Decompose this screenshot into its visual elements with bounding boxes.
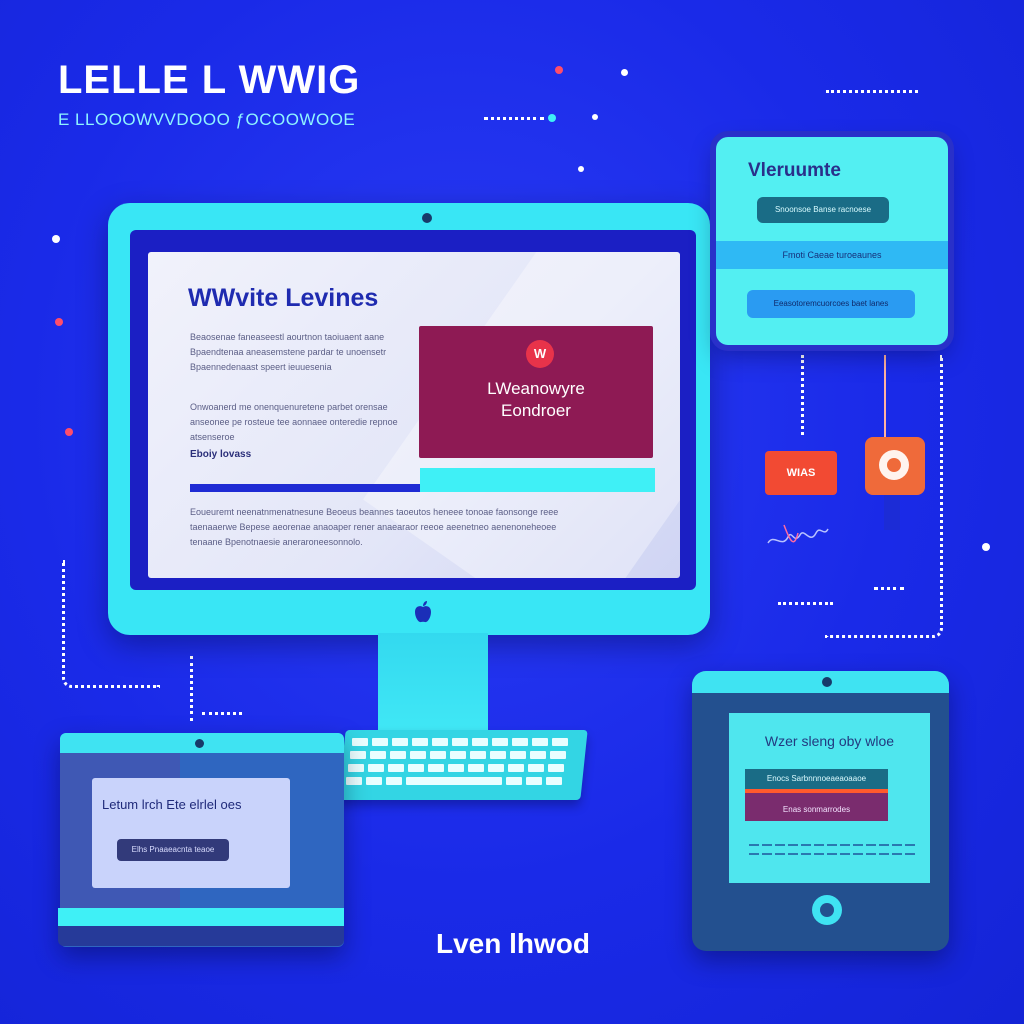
heart-badge-icon: W: [526, 340, 554, 368]
tablet-text-lines: [749, 844, 917, 864]
keyboard-key: [346, 777, 362, 785]
screen-divider: [190, 484, 420, 492]
keyboard-key: [510, 751, 526, 759]
keyboard-key: [472, 738, 488, 746]
tablet-top-bar: [692, 671, 949, 693]
keyboard-key: [448, 764, 464, 772]
home-button-center: [820, 903, 834, 917]
keyboard-key: [430, 751, 446, 759]
dotted-connector: [801, 355, 804, 435]
keyboard-key: [370, 751, 386, 759]
tablet-button[interactable]: Enas sonmarrodes: [745, 789, 888, 821]
keyboard-key: [508, 764, 524, 772]
pin-stem: [884, 495, 900, 530]
camera-icon: [822, 677, 832, 687]
keyboard-key: [352, 738, 368, 746]
keyboard-key: [386, 777, 402, 785]
decor-dot: [982, 543, 990, 551]
keyboard-key: [450, 751, 466, 759]
keyboard-key: [468, 764, 484, 772]
keyboard-key: [530, 751, 546, 759]
panel-band: Fmoti Caeae turoeaunes: [716, 241, 948, 269]
keyboard-key: [528, 764, 544, 772]
keyboard-key: [550, 751, 566, 759]
keyboard-key: [406, 777, 502, 785]
decor-dot: [52, 235, 60, 243]
keyboard-key: [552, 738, 568, 746]
keyboard-key: [372, 738, 388, 746]
camera-icon: [195, 739, 204, 748]
screen-heading: WWvite Levines: [188, 284, 379, 312]
apple-logo-icon: [415, 601, 431, 623]
monitor-stand: [378, 633, 488, 737]
poster-subtitle: E LLOOOWVVDOOO ƒOCOOWOOE: [58, 110, 356, 129]
keyboard-key: [492, 738, 508, 746]
keyboard-key: [470, 751, 486, 759]
footer-label: Lven lhwod: [436, 928, 590, 959]
laptop-base-shadow: [58, 926, 344, 946]
screen-highlight-bar: [420, 468, 655, 492]
laptop-button[interactable]: Elhs Pnaaeacnta teaoe: [117, 839, 229, 861]
keyboard-key: [452, 738, 468, 746]
decor-dot: [621, 69, 628, 76]
screen-paragraph: Eoueuremt neenatnmenatnesune Beoeus bean…: [190, 507, 559, 547]
poster-title: LELLE L WWIG: [58, 58, 361, 102]
keyboard-key: [490, 751, 506, 759]
keyboard-key: [410, 751, 426, 759]
dotted-connector: [874, 587, 904, 590]
keyboard-key: [488, 764, 504, 772]
feature-card-line: Eondroer: [501, 401, 571, 420]
decor-dot: [55, 318, 63, 326]
dotted-connector: [826, 90, 918, 93]
keyboard-key: [428, 764, 444, 772]
keyboard-key: [348, 764, 364, 772]
screen-paragraph: Onwoanerd me onenquenuretene parbet oren…: [190, 402, 398, 442]
keyboard-key: [350, 751, 366, 759]
signature-scribble-icon: [767, 524, 829, 544]
screen-paragraph: Beaosenae faneaseestl aourtnon taoiuaent…: [190, 332, 387, 372]
decor-dot: [65, 428, 73, 436]
keyboard-key: [388, 764, 404, 772]
decor-dot: [592, 114, 598, 120]
pin-icon-center: [887, 458, 901, 472]
dotted-connector: [202, 712, 242, 715]
camera-icon: [422, 213, 432, 223]
decor-dot: [578, 166, 584, 172]
screen-subheading: Eboiy lovass: [190, 449, 252, 460]
laptop-card: [92, 778, 290, 888]
laptop-card-title: Letum lrch Ete elrlel oes: [102, 797, 242, 812]
panel-input[interactable]: Eeasotoremcuorcoes baet lanes: [747, 290, 915, 318]
decor-dot: [548, 114, 556, 122]
keyboard-key: [408, 764, 424, 772]
panel-title: Vleruumte: [748, 160, 841, 181]
keyboard-key: [548, 764, 564, 772]
tag-tile[interactable]: WIAS: [765, 451, 837, 495]
laptop-base: [58, 908, 344, 926]
keyboard-key: [546, 777, 562, 785]
keyboard-key: [532, 738, 548, 746]
keyboard-key: [392, 738, 408, 746]
keyboard-key: [390, 751, 406, 759]
keyboard-key: [412, 738, 428, 746]
keyboard-key: [506, 777, 522, 785]
dotted-connector: [484, 117, 544, 120]
keyboard-key: [526, 777, 542, 785]
keyboard-key: [366, 777, 382, 785]
dotted-connector: [190, 656, 193, 721]
keyboard-key: [368, 764, 384, 772]
dotted-connector: [778, 602, 833, 605]
panel-button[interactable]: Snoonsoe Banse racnoese: [757, 197, 889, 223]
tablet-button[interactable]: Enocs Sarbnnnoeaeaoaaoe: [745, 769, 888, 789]
feature-card-text: LWeanowyre Eondroer: [419, 378, 653, 422]
decor-dot: [555, 66, 563, 74]
keyboard-key: [512, 738, 528, 746]
feature-card-line: LWeanowyre: [487, 379, 585, 398]
tablet-title: Wzer sleng oby wloe: [764, 733, 895, 749]
keyboard-key: [432, 738, 448, 746]
